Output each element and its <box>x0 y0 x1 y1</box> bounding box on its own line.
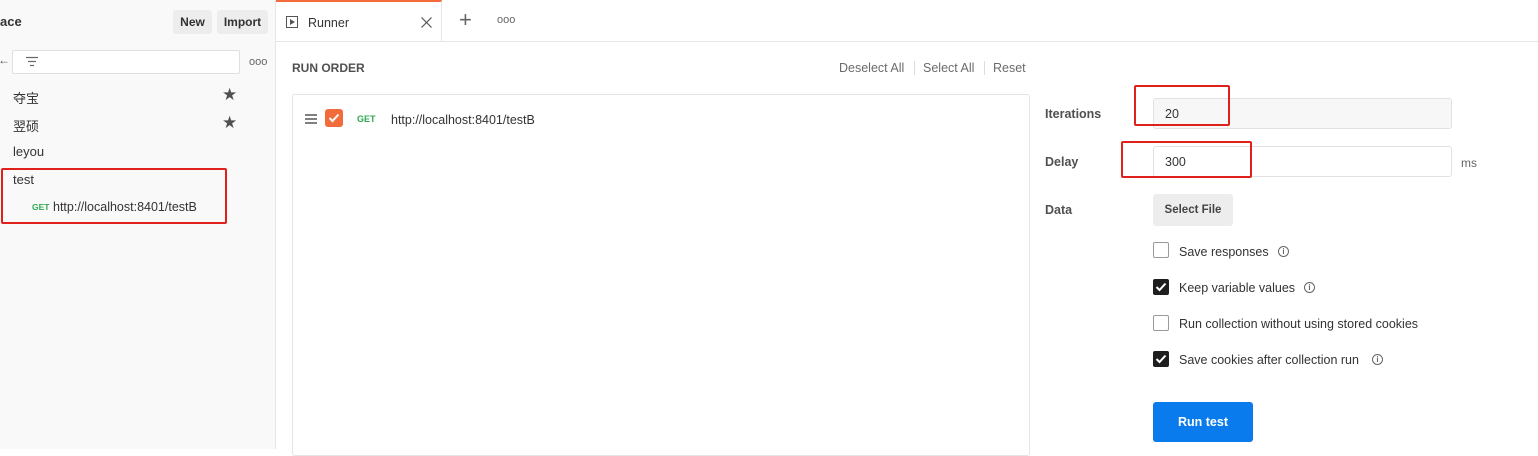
tab-more-icon[interactable]: ooo <box>497 14 515 26</box>
collapse-icon[interactable]: ← <box>0 53 10 67</box>
no-stored-cookies-checkbox[interactable] <box>1153 315 1169 331</box>
sidebar-item-duobao[interactable]: 夺宝 <box>13 88 39 107</box>
annotation-highlight-box <box>1 168 227 224</box>
workspace-title[interactable]: ace <box>0 14 22 29</box>
checkmark-icon <box>328 113 340 123</box>
keep-variable-values-label: Keep variable values <box>1179 281 1296 295</box>
sidebar-item-yishuo[interactable]: 翌硕 <box>13 116 39 135</box>
checkmark-icon <box>1155 282 1167 292</box>
delay-unit: ms <box>1461 156 1477 170</box>
new-tab-icon[interactable]: + <box>459 7 472 33</box>
run-order-list: GET http://localhost:8401/testB <box>292 94 1030 456</box>
save-cookies-checkbox[interactable] <box>1153 351 1169 367</box>
divider <box>914 61 915 75</box>
run-order-title: RUN ORDER <box>292 61 365 75</box>
sidebar: ace New Import ← ooo 夺宝 ★ 翌硕 ★ leyou tes… <box>0 0 276 449</box>
run-item-checkbox[interactable] <box>325 109 343 127</box>
run-test-button[interactable]: Run test <box>1153 402 1253 442</box>
annotation-highlight-box <box>1121 141 1252 178</box>
info-icon[interactable]: i <box>1278 246 1289 257</box>
divider <box>984 61 985 75</box>
select-file-button[interactable]: Select File <box>1153 194 1233 226</box>
close-icon[interactable] <box>421 17 432 28</box>
runner-icon <box>286 16 298 28</box>
info-icon[interactable]: i <box>1372 354 1383 365</box>
keep-variable-values-checkbox[interactable] <box>1153 279 1169 295</box>
save-responses-checkbox[interactable] <box>1153 242 1169 258</box>
annotation-highlight-box <box>1134 85 1230 126</box>
data-label: Data <box>1045 203 1073 217</box>
no-stored-cookies-label: Run collection without using stored cook… <box>1179 317 1419 331</box>
tab-runner-label: Runner <box>308 16 349 30</box>
info-icon[interactable]: i <box>1304 282 1315 293</box>
deselect-all-button[interactable]: Deselect All <box>839 61 904 75</box>
import-button[interactable]: Import <box>217 10 268 34</box>
select-all-button[interactable]: Select All <box>923 61 974 75</box>
save-cookies-label: Save cookies after collection run <box>1179 353 1359 367</box>
star-icon[interactable]: ★ <box>222 113 237 133</box>
checkmark-icon <box>1155 354 1167 364</box>
save-responses-label: Save responses <box>1179 245 1269 259</box>
run-item-url: http://localhost:8401/testB <box>391 113 535 127</box>
iterations-label: Iterations <box>1045 107 1102 121</box>
reset-button[interactable]: Reset <box>993 61 1026 75</box>
star-icon[interactable]: ★ <box>222 85 237 105</box>
sidebar-more-icon[interactable]: ooo <box>249 56 267 68</box>
run-item-method: GET <box>357 114 376 124</box>
filter-input[interactable] <box>12 50 240 74</box>
filter-icon <box>26 56 38 67</box>
new-button[interactable]: New <box>173 10 212 34</box>
delay-label: Delay <box>1045 155 1079 169</box>
sidebar-item-leyou[interactable]: leyou <box>13 144 44 159</box>
tab-runner[interactable]: Runner <box>276 0 442 41</box>
drag-handle-icon[interactable] <box>305 114 317 124</box>
tab-bar: Runner + ooo <box>276 0 1538 42</box>
